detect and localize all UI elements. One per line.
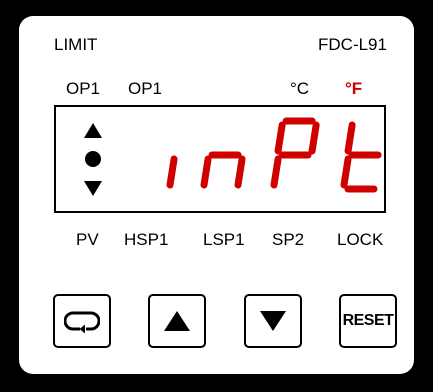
- segment-e: [340, 155, 352, 189]
- cycle-button[interactable]: [53, 294, 111, 348]
- down-arrow-icon: [84, 181, 102, 196]
- seven-segment-display: [54, 105, 386, 213]
- digit-3: [270, 117, 320, 189]
- down-arrow-icon: [260, 311, 286, 331]
- segment-c: [166, 155, 178, 189]
- segment-c: [234, 155, 246, 189]
- segment-f: [344, 121, 356, 155]
- key-label-sp2: SP2: [272, 230, 305, 249]
- reset-button-label: RESET: [342, 312, 394, 329]
- display-annunciators: [84, 123, 102, 196]
- model-series-label: LIMIT: [54, 35, 98, 54]
- op1-indicator-a: OP1: [66, 79, 101, 98]
- up-arrow-icon: [164, 311, 190, 331]
- celsius-indicator: °C: [290, 79, 310, 98]
- cycle-icon: [64, 311, 100, 334]
- segment-f: [274, 121, 286, 155]
- fahrenheit-indicator: °F: [345, 79, 363, 98]
- key-label-hsp1: HSP1: [124, 230, 169, 249]
- dot-icon: [85, 151, 101, 167]
- digit-4: [340, 121, 382, 193]
- segment-e: [270, 155, 282, 189]
- key-label-lock: LOCK: [337, 230, 384, 249]
- segment-b: [308, 121, 320, 155]
- up-arrow-icon: [84, 123, 102, 138]
- digit-1: [166, 155, 178, 189]
- key-label-pv: PV: [76, 230, 99, 249]
- up-button[interactable]: [148, 294, 206, 348]
- key-label-lsp1: LSP1: [203, 230, 245, 249]
- digit-2: [200, 151, 246, 189]
- segment-e: [200, 155, 212, 189]
- op1-indicator-b: OP1: [128, 79, 163, 98]
- model-number-label: FDC-L91: [318, 35, 387, 54]
- display-digits: [166, 117, 382, 193]
- down-button[interactable]: [244, 294, 302, 348]
- reset-button[interactable]: RESET: [339, 294, 397, 348]
